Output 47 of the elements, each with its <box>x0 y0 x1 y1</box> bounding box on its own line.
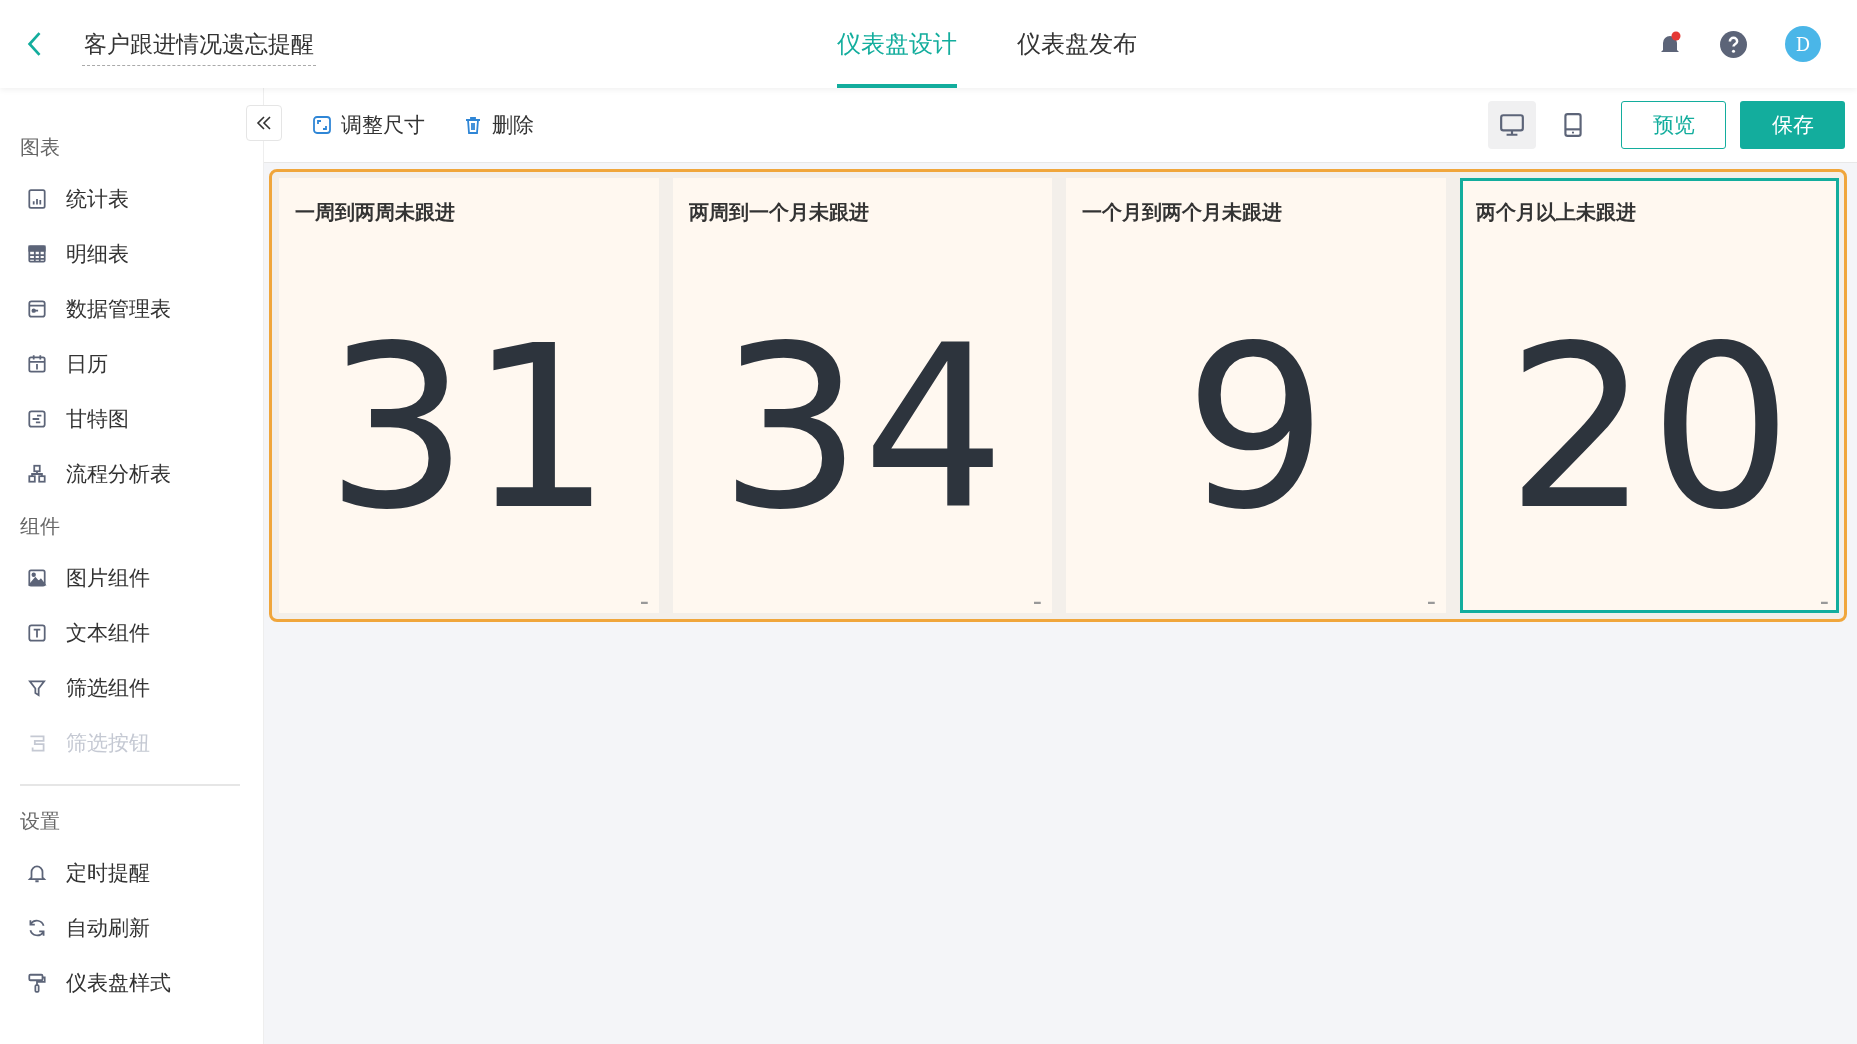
metric-card[interactable]: 两个月以上未跟进 20 <box>1459 178 1839 613</box>
sidebar-item[interactable]: 数据管理表 <box>20 281 263 336</box>
section-heading: 图表 <box>20 134 61 161</box>
tab[interactable]: 仪表盘发布 <box>1017 0 1137 88</box>
paint-roller-icon <box>26 971 48 994</box>
resize-button[interactable]: 调整尺寸 <box>312 111 425 139</box>
card-title: 两周到一个月未跟进 <box>687 199 870 226</box>
trash-icon <box>463 115 483 135</box>
card-title: 一个月到两个月未跟进 <box>1081 199 1283 226</box>
metric-card[interactable]: 两周到一个月未跟进 34 <box>672 178 1052 613</box>
metric-value: 20 <box>1505 316 1794 541</box>
sidebar-item[interactable]: 筛选组件 <box>20 660 263 715</box>
help-icon <box>1720 30 1747 58</box>
metric-value: 31 <box>324 316 613 541</box>
monitor-icon <box>1499 112 1525 138</box>
section-heading: 组件 <box>20 513 61 540</box>
text-icon <box>26 621 48 644</box>
metric-card[interactable]: 一周到两周未跟进 31 <box>279 178 659 613</box>
sidebar-item[interactable]: 仪表盘样式 <box>20 955 263 1010</box>
sidebar-item[interactable]: 图片组件 <box>20 550 263 605</box>
section-heading: 设置 <box>20 808 61 835</box>
delete-button[interactable]: 删除 <box>463 111 534 139</box>
card-title: 两个月以上未跟进 <box>1474 199 1637 226</box>
table-icon <box>26 242 48 265</box>
metric-value: 9 <box>1183 316 1329 541</box>
desktop-view-button[interactable] <box>1488 101 1536 149</box>
card-icon <box>26 297 48 320</box>
resize-icon <box>312 115 332 135</box>
card-title: 一周到两周未跟进 <box>294 199 456 226</box>
collapse-button[interactable] <box>246 105 282 141</box>
sidebar-item[interactable]: 文本组件 <box>20 605 263 660</box>
sidebar-item[interactable]: 流程分析表 <box>20 446 263 501</box>
sidebar-item[interactable]: 统计表 <box>20 171 263 226</box>
help-button[interactable] <box>1720 30 1747 58</box>
sidebar-item[interactable]: 定时提醒 <box>20 845 263 900</box>
gantt-icon <box>26 407 48 430</box>
dashboard-title[interactable]: 客户跟进情况遗忘提醒 <box>82 22 316 66</box>
sidebar-item[interactable]: 甘特图 <box>20 391 263 446</box>
metric-value: 34 <box>718 316 1007 541</box>
image-icon <box>26 566 48 589</box>
calendar-icon <box>26 352 48 375</box>
sidebar-item[interactable]: 明细表 <box>20 226 263 281</box>
metric-card[interactable]: 一个月到两个月未跟进 9 <box>1066 178 1446 613</box>
hierarchy-icon <box>26 462 48 485</box>
sidebar-item[interactable]: 自动刷新 <box>20 900 263 955</box>
sidebar-item[interactable]: 日历 <box>20 336 263 391</box>
bar-chart-icon <box>26 187 48 210</box>
